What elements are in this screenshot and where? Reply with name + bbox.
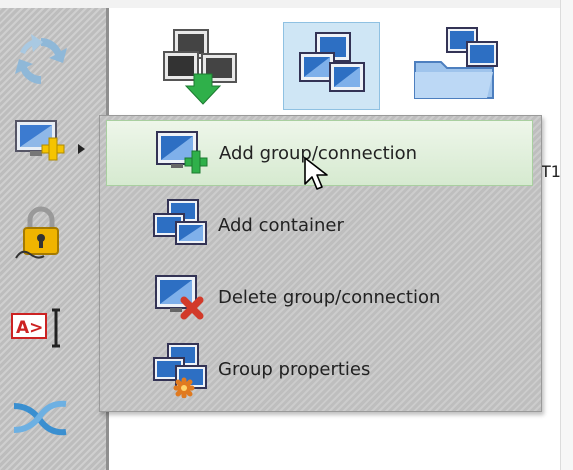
group-icon[interactable] <box>283 22 380 110</box>
menu-item-add-container[interactable]: Add container <box>106 192 533 258</box>
menu-item-group-properties[interactable]: Group properties <box>106 336 533 402</box>
folder-computers-icon[interactable] <box>409 22 504 108</box>
lock-icon[interactable] <box>10 202 72 264</box>
shuffle-icon[interactable] <box>10 386 72 448</box>
sidebar-toolbar: A> <box>0 8 109 470</box>
menu-item-label: Group properties <box>218 358 371 380</box>
container-icon <box>146 196 210 254</box>
refresh-icon[interactable] <box>10 30 72 92</box>
menu-item-label: Delete group/connection <box>218 286 441 308</box>
rename-icon-text: A> <box>16 318 43 338</box>
download-computers-icon[interactable] <box>152 22 247 108</box>
submenu-arrow-icon <box>78 144 85 154</box>
add-group-icon <box>147 124 211 182</box>
window-right-border <box>560 0 573 470</box>
menu-item-label: Add container <box>218 214 344 236</box>
add-monitor-icon[interactable] <box>10 111 72 173</box>
rename-icon[interactable]: A> <box>10 298 72 360</box>
mouse-cursor-icon <box>302 156 332 192</box>
background-item-label: T1 <box>541 162 561 181</box>
group-properties-icon <box>146 340 210 399</box>
delete-group-icon <box>146 268 210 326</box>
menu-item-delete-group-connection[interactable]: Delete group/connection <box>106 264 533 330</box>
